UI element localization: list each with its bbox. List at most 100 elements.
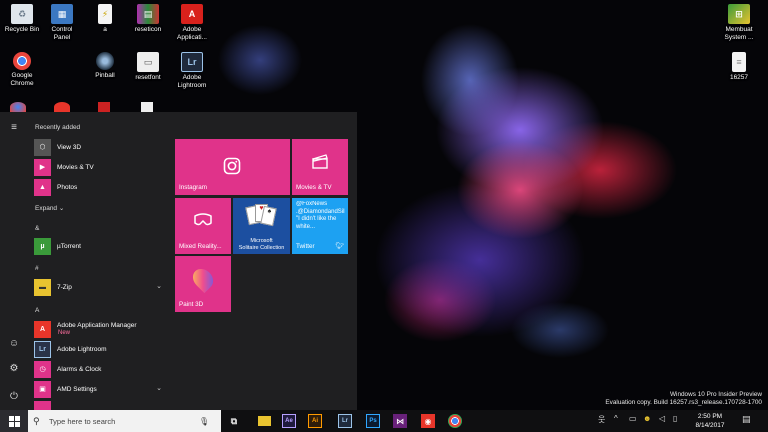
hamburger-menu-icon[interactable]: ≡: [4, 118, 24, 136]
taskbar-search-box[interactable]: ⚲ 🎙︎: [28, 410, 221, 432]
folder-icon: [257, 416, 271, 426]
photoshop-icon: Ps: [366, 414, 380, 428]
tile-twitter[interactable]: @FoxNews .@DiamondandSilk: "I didn't lik…: [292, 198, 348, 254]
desktop-icon-label: Adobe Applicati...: [177, 26, 207, 41]
start-app-list: Recently added ⬡ View 3D ▶ Movies & TV ▲…: [28, 112, 170, 410]
start-button[interactable]: [0, 410, 28, 432]
app-label: 7-Zip: [57, 283, 72, 291]
network-icon[interactable]: ▭: [629, 414, 637, 423]
app-item-adobe-application-manager[interactable]: A Adobe Application Manager New: [34, 318, 166, 340]
expand-label: Expand: [35, 205, 58, 212]
chrome-icon: [10, 102, 26, 112]
app-label: Photos: [57, 183, 78, 191]
desktop-icon-membuat-system[interactable]: ⊞ Membuat System ...: [716, 4, 762, 42]
taskbar-chrome[interactable]: [446, 412, 464, 430]
tile-movies-tv[interactable]: Movies & TV: [292, 139, 348, 195]
lightroom-icon: Lr: [34, 340, 51, 358]
desktop-icon-adobe-lightroom[interactable]: Lr Adobe Lightroom: [170, 52, 214, 90]
tile-instagram[interactable]: Instagram: [175, 139, 290, 195]
tile-label: Mixed Reality...: [179, 243, 222, 250]
desktop-icon-label: Control Panel: [51, 26, 73, 41]
task-view-icon[interactable]: ⧉: [225, 412, 243, 430]
gear-icon[interactable]: ⚙: [4, 359, 24, 377]
playing-cards-icon: ♥ ♠: [245, 204, 277, 230]
taskbar-file-explorer[interactable]: [255, 412, 273, 430]
people-icon[interactable]: 웃: [598, 414, 605, 425]
new-badge: New: [58, 330, 71, 336]
volume-icon[interactable]: ◁: [659, 414, 665, 423]
desktop-icon-google-chrome[interactable]: Google Chrome: [0, 52, 44, 88]
app-item-view-3d[interactable]: ⬡ View 3D: [34, 138, 166, 156]
taskbar-after-effects[interactable]: Ae: [280, 412, 298, 430]
tile-mixed-reality[interactable]: Mixed Reality...: [175, 198, 231, 254]
app-item-alarms-clock[interactable]: ◷ Alarms & Clock: [34, 360, 166, 378]
chevron-down-icon: ⌄: [58, 205, 65, 212]
app-item-7-zip[interactable]: ▬ 7-Zip ⌄: [34, 278, 166, 296]
clock-date: 8/14/2017: [695, 422, 725, 429]
tweet-preview-text: @FoxNews .@DiamondandSilk: "I didn't lik…: [296, 201, 345, 230]
app-item-partial[interactable]: [34, 400, 166, 410]
section-letter[interactable]: #: [35, 265, 39, 272]
tray-app-icon[interactable]: ☻: [643, 414, 651, 423]
tile-label: Movies & TV: [296, 184, 332, 191]
lightroom-icon: Lr: [338, 414, 352, 428]
desktop-icon-label: Adobe Lightroom: [177, 74, 207, 89]
folder-icon: ▬: [34, 278, 51, 296]
search-icon: ⚲: [33, 415, 40, 426]
app-label: View 3D: [57, 143, 82, 151]
desktop-icon-control-panel[interactable]: ▦ Control Panel: [40, 4, 84, 42]
app-label: Movies & TV: [57, 163, 94, 171]
tile-microsoft-solitaire[interactable]: ♥ ♠ Microsoft Solitaire Collection: [233, 198, 290, 254]
taskbar-photoshop[interactable]: Ps: [364, 412, 382, 430]
desktop-icon-label: Pinball: [95, 72, 115, 79]
paint-3d-icon: [188, 264, 218, 294]
watermark-line-1: Windows 10 Pro Insider Preview: [670, 391, 762, 398]
start-menu-rail: ≡ ☺ ⚙ ⏻: [0, 112, 28, 410]
desktop-icon-adobe-application-manager[interactable]: A Adobe Applicati...: [170, 4, 214, 42]
desktop-icon-a[interactable]: ⚡ a: [83, 4, 127, 34]
instagram-icon: [223, 157, 241, 175]
desktop-icon-label: Membuat System ...: [724, 26, 754, 41]
microphone-icon[interactable]: 🎙︎: [199, 417, 209, 426]
desktop-icon-recycle-bin[interactable]: ♻ Recycle Bin: [0, 4, 44, 34]
desktop-icon-label: a: [103, 26, 107, 33]
user-icon[interactable]: ☺: [4, 334, 24, 352]
taskbar-lightroom[interactable]: Lr: [336, 412, 354, 430]
tile-paint-3d[interactable]: Paint 3D: [175, 256, 231, 312]
app-item-utorrent[interactable]: µ µTorrent: [34, 237, 166, 255]
desktop-icon-label: Recycle Bin: [4, 26, 40, 33]
chevron-up-icon[interactable]: ^: [614, 414, 618, 423]
taskbar-illustrator[interactable]: Ai: [306, 412, 324, 430]
section-letter[interactable]: &: [35, 225, 39, 232]
desktop-icon-16257[interactable]: ≡ 16257: [716, 52, 762, 82]
app-label: AMD Settings: [57, 385, 97, 393]
app-item-amd-settings[interactable]: ▣ AMD Settings ⌄: [34, 380, 166, 398]
tile-label: Instagram: [179, 184, 207, 191]
section-letter[interactable]: A: [35, 307, 39, 314]
photos-icon: ▲: [34, 178, 51, 196]
recycle-bin-icon: ♻: [11, 4, 33, 24]
action-center-icon[interactable]: ▤: [742, 414, 751, 425]
taskbar-clock[interactable]: 2:50 PM 8/14/2017: [690, 412, 730, 430]
app-item-movies-tv[interactable]: ▶ Movies & TV: [34, 158, 166, 176]
app-icon: [54, 102, 70, 112]
movies-tv-icon: ▶: [34, 158, 51, 176]
desktop-icon-reseticon[interactable]: ▤ reseticon: [126, 4, 170, 34]
installer-icon: ⊞: [728, 4, 750, 24]
expand-button[interactable]: Expand ⌄: [35, 204, 64, 212]
network-icon[interactable]: ▯: [673, 414, 677, 423]
desktop-icon-pinball[interactable]: Pinball: [83, 52, 127, 80]
desktop-icon-label: Google Chrome: [10, 72, 34, 87]
twitter-bird-icon: 🐦︎: [335, 243, 344, 250]
search-input[interactable]: [49, 412, 199, 430]
chevron-down-icon: ⌄: [156, 283, 162, 290]
app-item-photos[interactable]: ▲ Photos: [34, 178, 166, 196]
app-item-adobe-lightroom[interactable]: Lr Adobe Lightroom: [34, 340, 166, 358]
desktop-icon-resetfont[interactable]: ▭ resetfont: [126, 52, 170, 82]
taskbar-app-red[interactable]: ◉: [419, 412, 437, 430]
lightroom-icon: Lr: [181, 52, 203, 72]
taskbar-visual-studio[interactable]: ⋈: [391, 412, 409, 430]
visual-studio-icon: ⋈: [393, 414, 407, 428]
power-icon[interactable]: ⏻: [4, 387, 24, 405]
tile-label: Paint 3D: [179, 301, 204, 308]
